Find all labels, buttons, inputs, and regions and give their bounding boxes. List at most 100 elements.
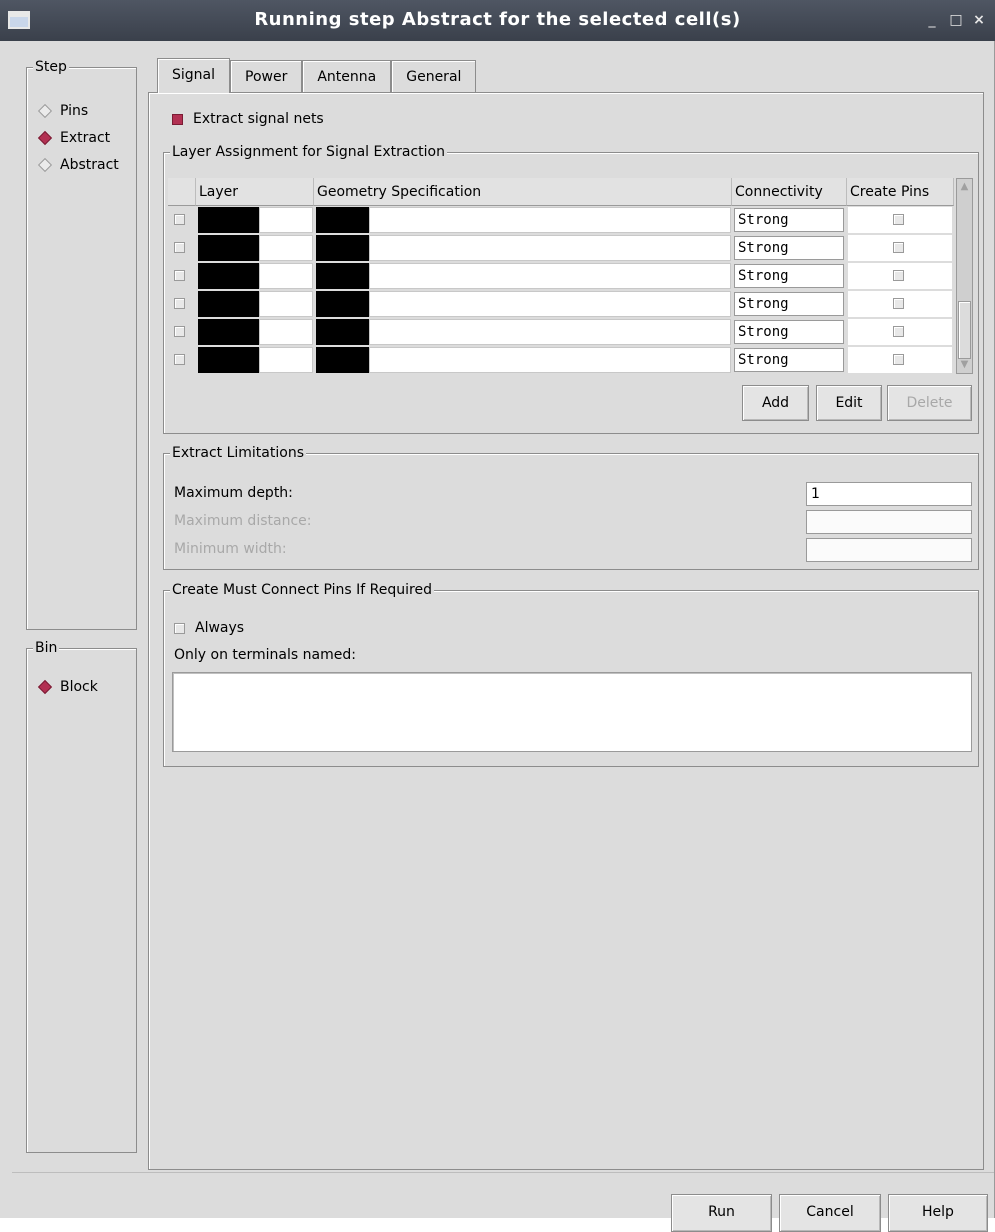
geometry-cell-redacted[interactable] [316,319,369,345]
tab-power[interactable]: Power [230,60,303,93]
scroll-thumb[interactable] [958,301,971,359]
extract-signal-nets-checkbox[interactable]: Extract signal nets [172,111,324,127]
connectivity-cell[interactable]: Strong [734,264,844,288]
row-select-checkbox[interactable] [174,214,185,225]
layer-purpose-cell[interactable] [259,319,313,345]
step-radio-pins[interactable]: Pins [37,103,89,119]
step-radio-abstract[interactable]: Abstract [37,157,119,173]
terminals-textarea[interactable] [172,672,972,752]
layer-cell-redacted[interactable] [198,319,259,345]
column-header-create-pins[interactable]: Create Pins [847,178,954,206]
table-row[interactable]: Strong [168,234,954,261]
create-pins-checkbox[interactable] [893,214,904,225]
create-pins-cell [848,291,952,317]
layer-cell-redacted[interactable] [198,347,259,373]
create-pins-checkbox[interactable] [893,354,904,365]
run-button[interactable]: Run [671,1194,772,1232]
radio-on-icon [37,130,53,146]
bin-radio-block[interactable]: Block [37,679,98,695]
row-select-checkbox[interactable] [174,242,185,253]
row-select-checkbox[interactable] [174,326,185,337]
geometry-spec-cell[interactable] [369,347,731,373]
geometry-spec-cell[interactable] [369,319,731,345]
radio-off-icon [37,103,53,119]
create-pins-checkbox[interactable] [893,270,904,281]
bin-legend: Bin [33,640,60,656]
scroll-down-arrow-icon[interactable]: ▼ [959,358,970,372]
layer-cell-redacted[interactable] [198,235,259,261]
layer-purpose-cell[interactable] [259,235,313,261]
geometry-spec-cell[interactable] [369,235,731,261]
close-button[interactable]: × [971,12,987,28]
connectivity-cell[interactable]: Strong [734,208,844,232]
maximize-button[interactable]: □ [948,12,964,28]
dialog-window: Running step Abstract for the selected c… [0,0,995,1232]
extract-limitations-legend: Extract Limitations [170,445,306,461]
column-header-layer[interactable]: Layer [196,178,314,206]
column-header-connectivity[interactable]: Connectivity [732,178,847,206]
row-select-checkbox[interactable] [174,354,185,365]
create-pins-cell [848,207,952,233]
delete-button[interactable]: Delete [887,385,972,421]
geometry-cell-redacted[interactable] [316,263,369,289]
minimum-width-label: Minimum width: [174,541,287,557]
always-label: Always [195,620,245,636]
table-row[interactable]: Strong [168,262,954,289]
layer-assignment-legend: Layer Assignment for Signal Extraction [170,144,447,160]
geometry-spec-cell[interactable] [369,291,731,317]
minimum-width-field[interactable] [806,538,972,562]
bin-group: Bin [26,640,137,1153]
column-header-geometry[interactable]: Geometry Specification [314,178,732,206]
geometry-spec-cell[interactable] [369,263,731,289]
geometry-cell-redacted[interactable] [316,291,369,317]
step-radio-label: Pins [60,103,89,119]
tab-signal[interactable]: Signal [157,58,231,93]
connectivity-cell[interactable]: Strong [734,348,844,372]
radio-off-icon [37,157,53,173]
table-row[interactable]: Strong [168,318,954,345]
create-pins-checkbox[interactable] [893,326,904,337]
layer-cell-redacted[interactable] [198,207,259,233]
step-radio-extract[interactable]: Extract [37,130,110,146]
title-bar[interactable]: Running step Abstract for the selected c… [0,0,995,41]
create-pins-checkbox[interactable] [893,298,904,309]
create-pins-checkbox[interactable] [893,242,904,253]
tab-antenna[interactable]: Antenna [302,60,392,93]
terminals-label: Only on terminals named: [174,647,356,663]
layer-purpose-cell[interactable] [259,347,313,373]
geometry-cell-redacted[interactable] [316,347,369,373]
layer-purpose-cell[interactable] [259,207,313,233]
radio-on-icon [37,679,53,695]
step-radio-label: Abstract [60,157,119,173]
bin-radio-label: Block [60,679,98,695]
layer-cell-redacted[interactable] [198,263,259,289]
checkbox-checked-icon [172,113,183,125]
geometry-cell-redacted[interactable] [316,207,369,233]
connectivity-cell[interactable]: Strong [734,292,844,316]
connectivity-cell[interactable]: Strong [734,320,844,344]
maximum-depth-field[interactable]: 1 [806,482,972,506]
layer-purpose-cell[interactable] [259,291,313,317]
edit-button[interactable]: Edit [816,385,882,421]
help-button[interactable]: Help [888,1194,988,1232]
table-row[interactable]: Strong [168,290,954,317]
table-row[interactable]: Strong [168,346,954,373]
geometry-cell-redacted[interactable] [316,235,369,261]
layer-table: Layer Geometry Specification Connectivit… [168,178,954,374]
row-select-checkbox[interactable] [174,270,185,281]
table-row[interactable]: Strong [168,206,954,233]
table-vertical-scrollbar[interactable]: ▲ ▼ [956,178,973,374]
row-select-checkbox[interactable] [174,298,185,309]
always-checkbox[interactable]: Always [174,620,244,636]
connectivity-cell[interactable]: Strong [734,236,844,260]
tab-general[interactable]: General [391,60,477,93]
cancel-button[interactable]: Cancel [779,1194,881,1232]
add-button[interactable]: Add [742,385,809,421]
layer-cell-redacted[interactable] [198,291,259,317]
minimize-button[interactable]: _ [924,12,940,28]
maximum-distance-field[interactable] [806,510,972,534]
geometry-spec-cell[interactable] [369,207,731,233]
layer-purpose-cell[interactable] [259,263,313,289]
scroll-up-arrow-icon[interactable]: ▲ [959,180,970,194]
create-pins-cell [848,319,952,345]
